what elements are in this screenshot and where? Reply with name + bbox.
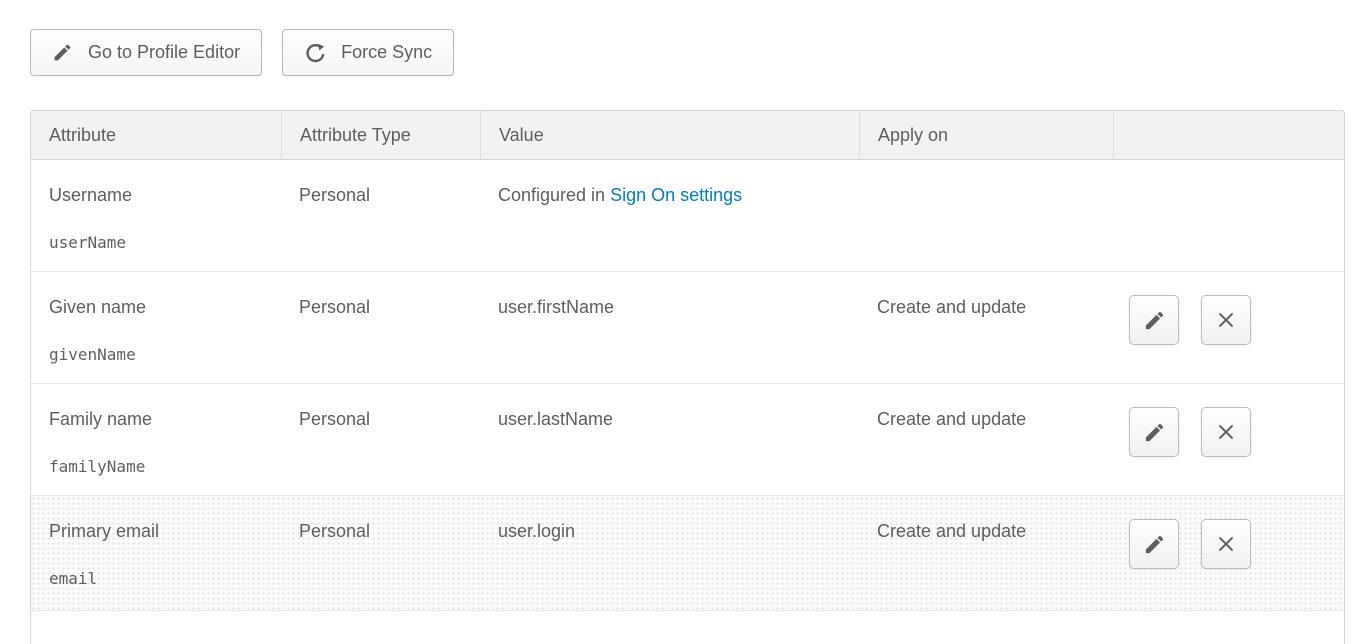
value-text: Configured in (498, 185, 610, 205)
attribute-label: Given name (49, 295, 263, 319)
value-cell: user.login (480, 495, 859, 610)
delete-x-icon (1215, 533, 1237, 555)
table-row-partial (31, 610, 1344, 644)
apply-on-value: Create and update (877, 297, 1026, 317)
edit-attribute-button[interactable] (1129, 295, 1179, 345)
edit-pencil-icon (1143, 421, 1166, 444)
attribute-type-value: Personal (299, 297, 370, 317)
attribute-type-value: Personal (299, 185, 370, 205)
attribute-variable-name: givenName (49, 345, 263, 365)
delete-attribute-button[interactable] (1201, 295, 1251, 345)
apply-on-cell: Create and update (859, 383, 1113, 495)
value-cell: user.lastName (480, 383, 859, 495)
delete-attribute-button[interactable] (1201, 519, 1251, 569)
attribute-label: Username (49, 183, 263, 207)
row-actions (1129, 407, 1344, 457)
column-header-actions (1113, 111, 1344, 160)
attribute-label: Family name (49, 407, 263, 431)
actions-cell (1113, 495, 1344, 610)
attribute-mapping-table: Attribute Attribute Type Value Apply on … (30, 110, 1345, 644)
attribute-variable-name: familyName (49, 457, 263, 477)
pencil-icon (52, 42, 73, 63)
row-actions (1129, 519, 1344, 569)
value-cell: user.firstName (480, 271, 859, 383)
attribute-cell: Username userName (31, 160, 281, 271)
edit-pencil-icon (1143, 533, 1166, 556)
table-row: Given name givenName Personal user.first… (31, 271, 1344, 383)
value-text: user.lastName (498, 409, 613, 429)
edit-pencil-icon (1143, 309, 1166, 332)
go-to-profile-editor-label: Go to Profile Editor (88, 42, 240, 63)
delete-attribute-button[interactable] (1201, 407, 1251, 457)
force-sync-label: Force Sync (341, 42, 432, 63)
table-header: Attribute Attribute Type Value Apply on (31, 111, 1344, 160)
empty-cell (31, 610, 1344, 644)
attribute-cell: Given name givenName (31, 271, 281, 383)
table-body: Username userName Personal Configured in… (31, 160, 1344, 644)
attribute-type-value: Personal (299, 409, 370, 429)
apply-on-cell: Create and update (859, 495, 1113, 610)
toolbar: Go to Profile Editor Force Sync (30, 29, 1345, 76)
attribute-type-cell: Personal (281, 271, 480, 383)
table-row: Family name familyName Personal user.las… (31, 383, 1344, 495)
apply-on-cell: Create and update (859, 271, 1113, 383)
apply-on-cell (859, 160, 1113, 271)
apply-on-value: Create and update (877, 521, 1026, 541)
value-text: user.firstName (498, 297, 614, 317)
column-header-value: Value (480, 111, 859, 160)
attribute-cell: Family name familyName (31, 383, 281, 495)
delete-x-icon (1215, 309, 1237, 331)
column-header-apply-on: Apply on (859, 111, 1113, 160)
table-row: Username userName Personal Configured in… (31, 160, 1344, 271)
row-actions (1129, 295, 1344, 345)
delete-x-icon (1215, 421, 1237, 443)
value-cell: Configured in Sign On settings (480, 160, 859, 271)
attribute-label: Primary email (49, 519, 263, 543)
attribute-variable-name: userName (49, 233, 263, 253)
edit-attribute-button[interactable] (1129, 407, 1179, 457)
actions-cell (1113, 160, 1344, 271)
column-header-attribute-type: Attribute Type (281, 111, 480, 160)
attribute-type-cell: Personal (281, 495, 480, 610)
attribute-type-cell: Personal (281, 383, 480, 495)
table-row: Primary email email Personal user.login … (31, 495, 1344, 610)
attribute-variable-name: email (49, 569, 263, 589)
attribute-type-cell: Personal (281, 160, 480, 271)
refresh-icon (304, 42, 326, 64)
edit-attribute-button[interactable] (1129, 519, 1179, 569)
go-to-profile-editor-button[interactable]: Go to Profile Editor (30, 29, 262, 76)
column-header-attribute: Attribute (31, 111, 281, 160)
value-text: user.login (498, 521, 575, 541)
apply-on-value: Create and update (877, 409, 1026, 429)
attribute-mappings-page: Go to Profile Editor Force Sync Attribut… (0, 0, 1370, 644)
actions-cell (1113, 383, 1344, 495)
actions-cell (1113, 271, 1344, 383)
attribute-type-value: Personal (299, 521, 370, 541)
attribute-cell: Primary email email (31, 495, 281, 610)
sign-on-settings-link[interactable]: Sign On settings (610, 185, 742, 205)
force-sync-button[interactable]: Force Sync (282, 29, 454, 76)
